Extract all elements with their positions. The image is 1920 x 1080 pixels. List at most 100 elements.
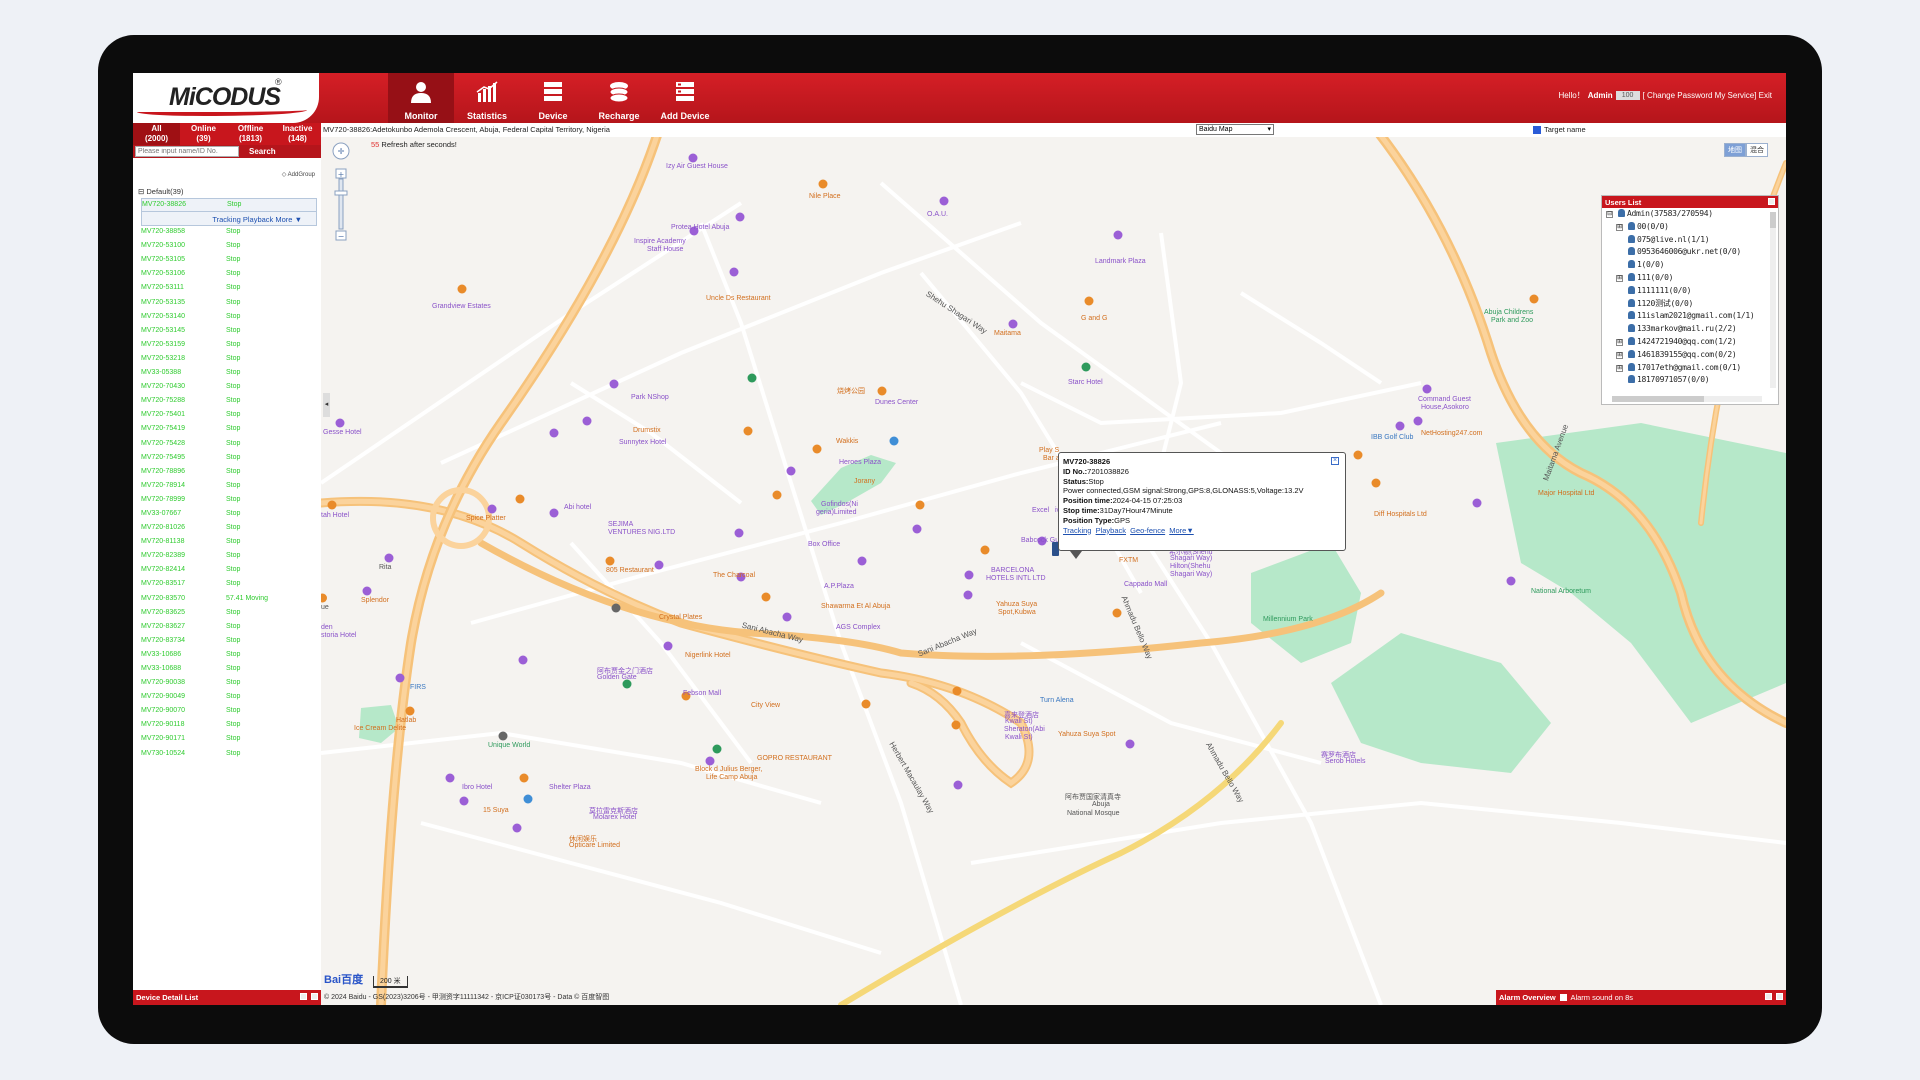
poi-label[interactable]: Diff Hospitals Ltd xyxy=(1374,511,1427,518)
poi-pin-icon[interactable] xyxy=(952,686,962,696)
poi-label[interactable]: Command Guest xyxy=(1418,396,1471,403)
poi-pin-icon[interactable] xyxy=(877,386,887,396)
device-row[interactable]: MV720-78896 Stop xyxy=(141,466,317,480)
alarm-sound-checkbox[interactable] xyxy=(1559,994,1567,1001)
poi-pin-icon[interactable] xyxy=(384,553,394,563)
poi-label[interactable]: Cappado Mall xyxy=(1124,581,1167,588)
poi-pin-icon[interactable] xyxy=(335,418,345,428)
add-group-link[interactable]: ◇ AddGroup xyxy=(282,171,315,178)
poi-pin-icon[interactable] xyxy=(1113,230,1123,240)
poi-label[interactable]: Dunes Center xyxy=(875,399,918,406)
poi-label[interactable]: Grandview Estates xyxy=(432,303,491,310)
poi-label[interactable]: Rita xyxy=(379,564,391,571)
poi-pin-icon[interactable] xyxy=(705,756,715,766)
user-tree-item[interactable]: ⊞ 1461839155@qq.com(0/2) xyxy=(1602,349,1778,362)
poi-label[interactable]: FIRS xyxy=(410,684,426,691)
poi-pin-icon[interactable] xyxy=(457,284,467,294)
poi-pin-icon[interactable] xyxy=(654,560,664,570)
poi-label[interactable]: Ibro Hotel xyxy=(462,784,492,791)
poi-label[interactable]: Heroes Plaza xyxy=(839,459,881,466)
poi-pin-icon[interactable] xyxy=(857,556,867,566)
poi-pin-icon[interactable] xyxy=(609,379,619,389)
poi-pin-icon[interactable] xyxy=(953,780,963,790)
poi-pin-icon[interactable] xyxy=(405,706,415,716)
poi-pin-icon[interactable] xyxy=(939,196,949,206)
user-tree-item[interactable]: ⊞ 1424721940@qq.com(1/2) xyxy=(1602,336,1778,349)
user-tree-item[interactable]: ⊞ 17017eth@gmail.com(0/1) xyxy=(1602,362,1778,375)
poi-pin-icon[interactable] xyxy=(951,720,961,730)
tab-all[interactable]: All (2000) xyxy=(133,123,180,145)
poi-label[interactable]: IBB Golf Club xyxy=(1371,434,1413,441)
poi-label[interactable]: Ice Cream Delite xyxy=(354,725,406,732)
poi-label[interactable]: Splendor xyxy=(361,597,389,604)
user-tree-item[interactable]: 133markov@mail.ru(2/2) xyxy=(1602,323,1778,336)
nav-recharge[interactable]: Recharge xyxy=(586,73,652,123)
device-row[interactable]: MV720-83517 Stop xyxy=(141,578,317,592)
poi-pin-icon[interactable] xyxy=(611,603,621,613)
poi-pin-icon[interactable] xyxy=(963,590,973,600)
device-row[interactable]: MV720-78999 Stop xyxy=(141,494,317,508)
user-tree-item[interactable]: 11islam2021@gmail.com(1/1) xyxy=(1602,310,1778,323)
playback-link[interactable]: Playback xyxy=(1096,526,1126,535)
expand-icon[interactable]: ⊞ xyxy=(1616,364,1623,372)
poi-pin-icon[interactable] xyxy=(772,490,782,500)
poi-label[interactable]: Abuja Childrens xyxy=(1484,309,1533,316)
minimize-icon[interactable] xyxy=(1765,993,1772,1000)
device-row[interactable]: MV720-38858 Stop xyxy=(141,226,317,240)
map-type-map-button[interactable]: 地图 xyxy=(1724,143,1746,157)
poi-label[interactable]: The Charcoal xyxy=(713,572,755,579)
poi-label[interactable]: ue xyxy=(321,604,329,611)
poi-label[interactable]: VENTURES NIG.LTD xyxy=(608,529,675,536)
poi-label[interactable]: Unique World xyxy=(488,742,530,749)
poi-label[interactable]: Protea Hotel Abuja xyxy=(671,224,729,231)
account-links[interactable]: [ Change Password My Service] Exit xyxy=(1643,91,1772,100)
map-type-hybrid-button[interactable]: 混合 xyxy=(1746,143,1768,157)
poi-label[interactable]: HOTELS INTL LTD xyxy=(986,575,1046,582)
nav-statistics[interactable]: Statistics xyxy=(454,73,520,123)
poi-label[interactable]: Nigerlink Hotel xyxy=(685,652,731,659)
poi-label[interactable]: Sheraton(Abi xyxy=(1004,726,1045,733)
user-tree-item[interactable]: ⊞ 00(0/0) xyxy=(1602,221,1778,234)
maximize-icon[interactable] xyxy=(1776,993,1783,1000)
poi-pin-icon[interactable] xyxy=(1112,608,1122,618)
poi-pin-icon[interactable] xyxy=(712,744,722,754)
group-header[interactable]: ⊟ Default(39) xyxy=(138,187,183,196)
poi-pin-icon[interactable] xyxy=(459,796,469,806)
device-row[interactable]: MV720-83627 Stop xyxy=(141,621,317,635)
poi-label[interactable]: FXTM xyxy=(1119,557,1138,564)
poi-label[interactable]: SEJIMA xyxy=(608,521,633,528)
poi-label[interactable]: Shagari Way) xyxy=(1170,555,1212,562)
poi-label[interactable]: Serob Hotels xyxy=(1325,758,1365,765)
device-row[interactable]: MV33-10686 Stop xyxy=(141,649,317,663)
poi-label[interactable]: Shelter Plaza xyxy=(549,784,591,791)
poi-pin-icon[interactable] xyxy=(1081,362,1091,372)
poi-pin-icon[interactable] xyxy=(818,179,828,189)
poi-label[interactable]: Kwali St) xyxy=(1005,718,1033,725)
poi-label[interactable]: Block d Julius Berger, xyxy=(695,766,762,773)
poi-pin-icon[interactable] xyxy=(1371,478,1381,488)
user-tree-item[interactable]: ⊞ 111(0/0) xyxy=(1602,272,1778,285)
poi-pin-icon[interactable] xyxy=(1413,416,1423,426)
poi-pin-icon[interactable] xyxy=(1395,421,1405,431)
poi-label[interactable]: Yahuza Suya Spot xyxy=(1058,731,1115,738)
tracking-link[interactable]: Tracking xyxy=(1063,526,1091,535)
poi-label[interactable]: Gesse Hotel xyxy=(323,429,362,436)
poi-label[interactable]: Molarex Hotel xyxy=(593,814,636,821)
poi-pin-icon[interactable] xyxy=(747,373,757,383)
poi-pin-icon[interactable] xyxy=(582,416,592,426)
more-link[interactable]: More▼ xyxy=(1169,526,1194,535)
poi-label[interactable]: A.P.Plaza xyxy=(824,583,854,590)
poi-pin-icon[interactable] xyxy=(786,466,796,476)
poi-pin-icon[interactable] xyxy=(861,699,871,709)
device-search-input[interactable] xyxy=(135,146,239,157)
poi-label[interactable]: tah Hotel xyxy=(321,512,349,519)
nav-device[interactable]: Device xyxy=(520,73,586,123)
geo-fence-link[interactable]: Geo-fence xyxy=(1130,526,1165,535)
device-row[interactable]: MV33-07667 Stop xyxy=(141,508,317,522)
poi-label[interactable]: Maitama xyxy=(994,330,1021,337)
poi-pin-icon[interactable] xyxy=(812,444,822,454)
device-row[interactable]: MV720-53140 Stop xyxy=(141,311,317,325)
poi-pin-icon[interactable] xyxy=(663,641,673,651)
device-row[interactable]: MV720-53111 Stop xyxy=(141,282,317,296)
zoom-handle[interactable] xyxy=(334,190,348,196)
